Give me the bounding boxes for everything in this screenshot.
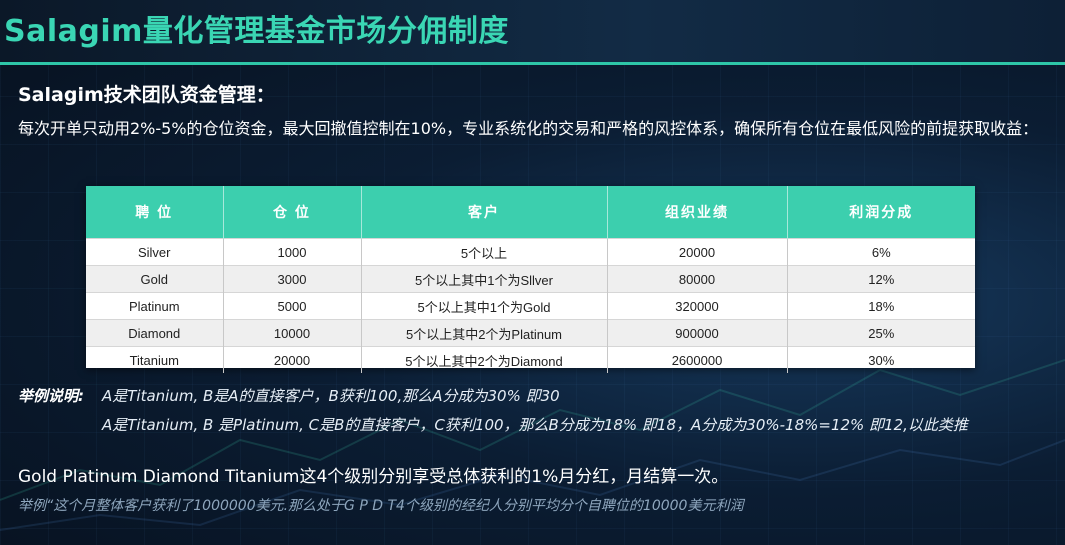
table-cell: Platinum bbox=[86, 292, 224, 320]
table-cell: 12% bbox=[787, 265, 975, 293]
table-cell: 5个以上 bbox=[361, 238, 608, 266]
column-header-capital: 仓 位 bbox=[223, 186, 362, 239]
section-heading: Salagim技术团队资金管理： bbox=[18, 84, 275, 106]
bonus-example-text: 举例“这个月整体客户获利了1000000美元.那么处于G P D T4个级别的经… bbox=[18, 498, 744, 514]
table-cell: 900000 bbox=[607, 319, 788, 347]
page-title: Salagim量化管理基金市场分佣制度 bbox=[4, 14, 509, 49]
intro-text: 每次开单只动用2%-5%的仓位资金，最大回撤值控制在10%，专业系统化的交易和严… bbox=[18, 119, 1039, 138]
commission-table: 聘 位 仓 位 客户 组织业绩 利润分成 Silver 1000 5个以上 20… bbox=[86, 186, 975, 373]
table-cell: 20000 bbox=[223, 346, 362, 373]
table-cell: 1000 bbox=[223, 238, 362, 266]
example-line-2: A是Titanium, B 是Platinum, C是B的直接客户，C获利100… bbox=[102, 416, 968, 434]
table-cell: Titanium bbox=[86, 346, 224, 373]
table-cell: 5个以上其中1个为Gold bbox=[361, 292, 608, 320]
table-cell: 5000 bbox=[223, 292, 362, 320]
table-row: Diamond 10000 5个以上其中2个为Platinum 900000 2… bbox=[86, 319, 975, 347]
table-cell: Silver bbox=[86, 238, 224, 266]
table-cell: 6% bbox=[787, 238, 975, 266]
table-cell: 10000 bbox=[223, 319, 362, 347]
table-cell: 5个以上其中2个为Diamond bbox=[361, 346, 608, 373]
table-cell: 5个以上其中1个为Sllver bbox=[361, 265, 608, 293]
table-cell: 3000 bbox=[223, 265, 362, 293]
table-cell: 80000 bbox=[607, 265, 788, 293]
table-cell: 2600000 bbox=[607, 346, 788, 373]
table-cell: 25% bbox=[787, 319, 975, 347]
header-bar: Salagim量化管理基金市场分佣制度 bbox=[0, 0, 1065, 65]
table-row: Gold 3000 5个以上其中1个为Sllver 80000 12% bbox=[86, 265, 975, 293]
column-header-clients: 客户 bbox=[361, 186, 608, 239]
table-row: Silver 1000 5个以上 20000 6% bbox=[86, 238, 975, 266]
table-header-row: 聘 位 仓 位 客户 组织业绩 利润分成 bbox=[86, 186, 975, 239]
table-row: Platinum 5000 5个以上其中1个为Gold 320000 18% bbox=[86, 292, 975, 320]
column-header-performance: 组织业绩 bbox=[607, 186, 788, 239]
table-cell: Gold bbox=[86, 265, 224, 293]
table-cell: 18% bbox=[787, 292, 975, 320]
bonus-text: Gold Platinum Diamond Titanium这4个级别分别享受总… bbox=[18, 467, 729, 487]
column-header-position: 聘 位 bbox=[86, 186, 224, 239]
table-row: Titanium 20000 5个以上其中2个为Diamond 2600000 … bbox=[86, 346, 975, 373]
table-cell: 5个以上其中2个为Platinum bbox=[361, 319, 608, 347]
table-cell: Diamond bbox=[86, 319, 224, 347]
example-label: 举例说明: bbox=[18, 387, 84, 405]
table-cell: 30% bbox=[787, 346, 975, 373]
example-line-1: A是Titanium, B是A的直接客户，B获利100,那么A分成为30% 即3… bbox=[102, 387, 560, 405]
column-header-profit-share: 利润分成 bbox=[787, 186, 975, 239]
table-cell: 320000 bbox=[607, 292, 788, 320]
table-cell: 20000 bbox=[607, 238, 788, 266]
